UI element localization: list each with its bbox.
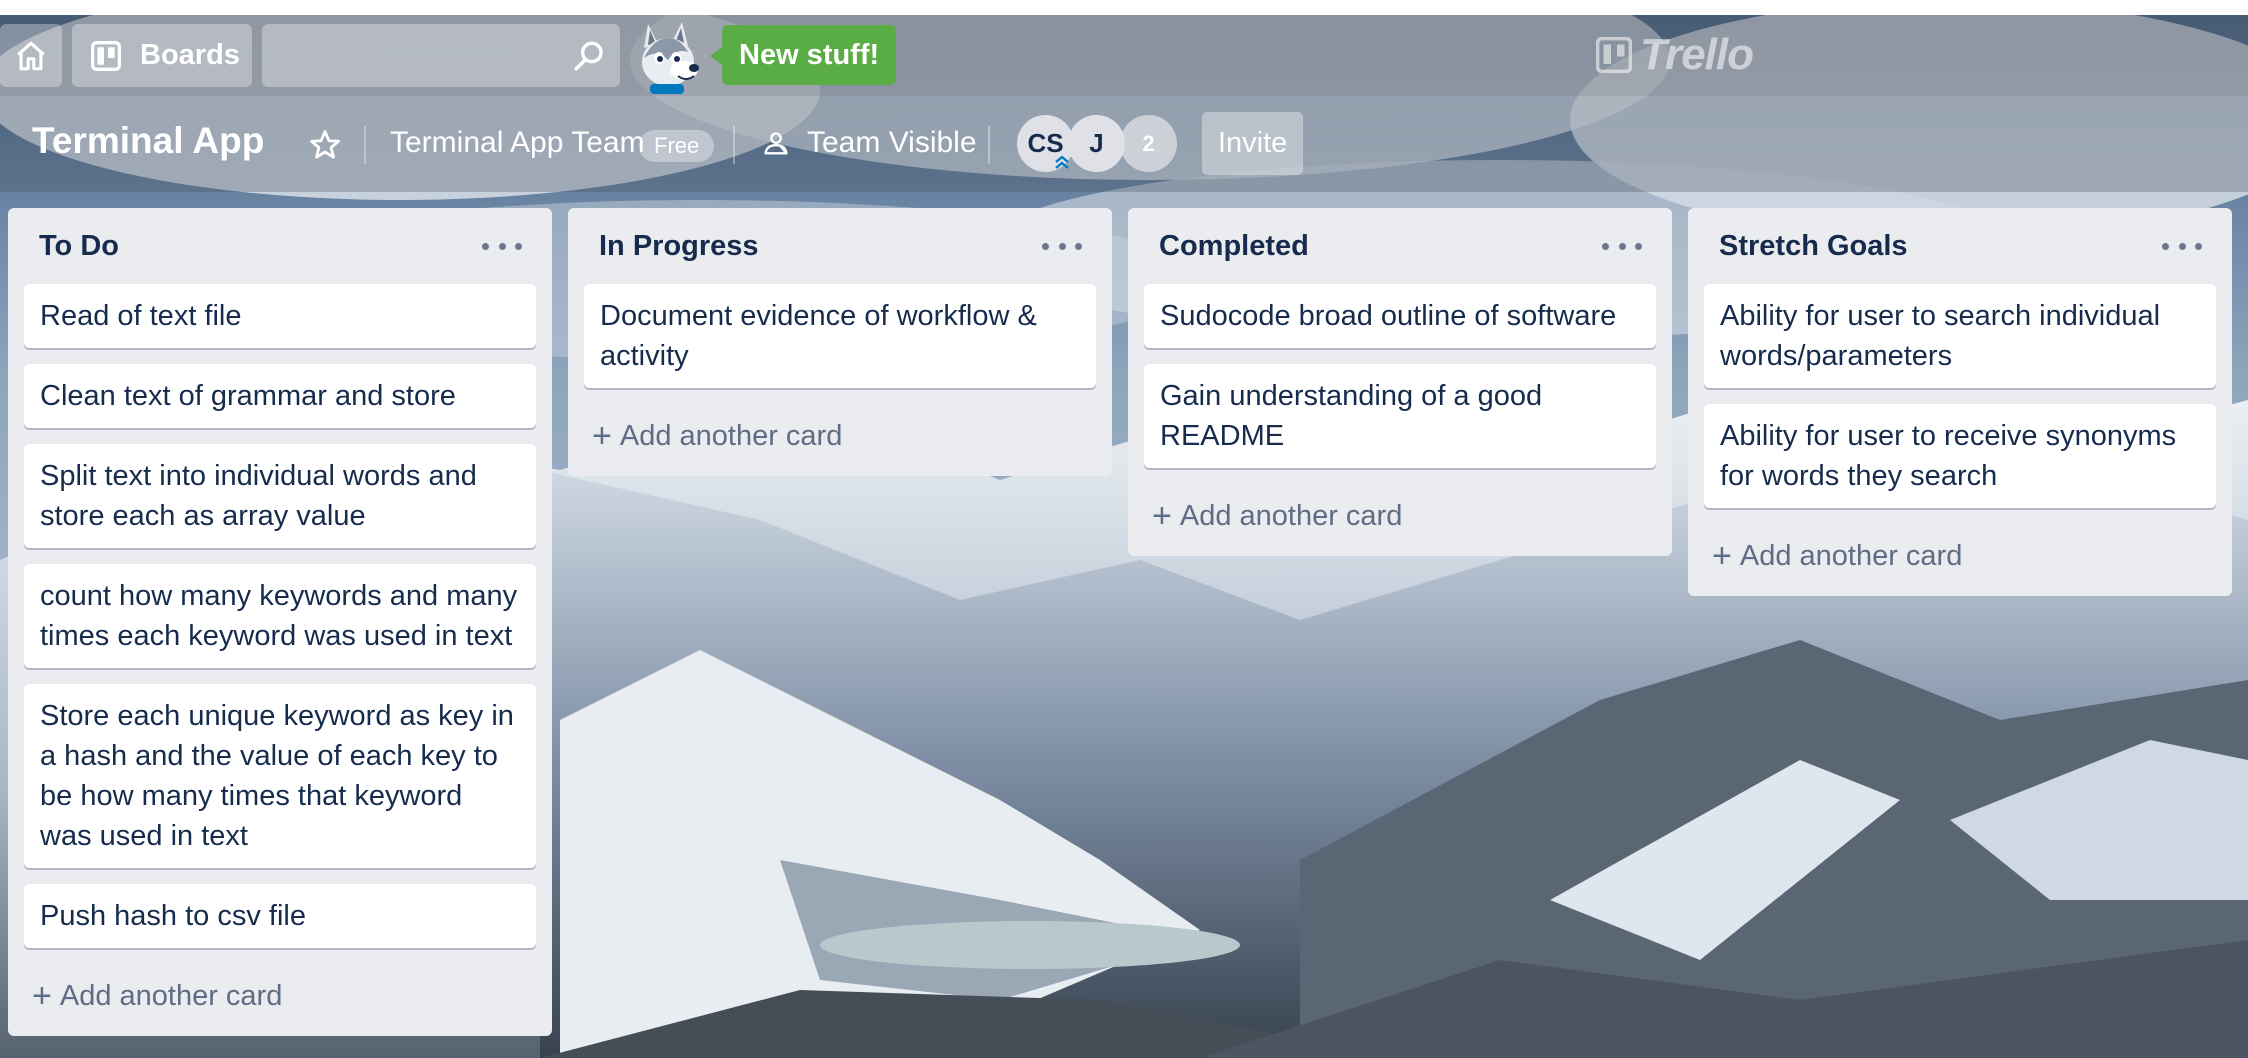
invite-button[interactable]: Invite bbox=[1202, 112, 1304, 175]
app-header: Boards New stuff! Trello bbox=[0, 15, 2248, 96]
star-icon[interactable] bbox=[308, 128, 342, 162]
header-divider bbox=[364, 126, 366, 164]
member-avatar[interactable]: J bbox=[1068, 115, 1125, 172]
list-completed[interactable]: Completed Sudocode broad outline of soft… bbox=[1128, 208, 1672, 556]
header-divider bbox=[988, 126, 990, 164]
add-card-label: Add another card bbox=[1179, 499, 1403, 532]
card[interactable]: count how many keywords and many times e… bbox=[24, 564, 536, 668]
trello-logo[interactable]: Trello bbox=[1596, 30, 1754, 79]
add-card-button[interactable]: + Add another card bbox=[1144, 484, 1656, 548]
list-title[interactable]: In Progress bbox=[599, 230, 759, 263]
visibility-button[interactable]: Team Visible bbox=[807, 126, 977, 160]
search-icon[interactable] bbox=[572, 39, 606, 78]
list-title[interactable]: To Do bbox=[39, 230, 119, 263]
list-stretch-goals[interactable]: Stretch Goals Ability for user to search… bbox=[1688, 208, 2232, 596]
card[interactable]: Ability for user to search individual wo… bbox=[1704, 284, 2216, 388]
team-visibility-icon bbox=[764, 132, 788, 155]
plus-icon: + bbox=[592, 417, 612, 455]
card[interactable]: Split text into individual words and sto… bbox=[24, 444, 536, 548]
list-to-do[interactable]: To Do Read of text file Clean text of gr… bbox=[8, 208, 552, 1036]
list-header: In Progress bbox=[584, 208, 1096, 284]
card[interactable]: Gain understanding of a good README bbox=[1144, 364, 1656, 468]
window-top-strip bbox=[0, 0, 2248, 15]
list-title[interactable]: Completed bbox=[1159, 230, 1309, 263]
board-icon bbox=[90, 40, 122, 72]
add-card-label: Add another card bbox=[59, 979, 283, 1012]
list-header: Stretch Goals bbox=[1704, 208, 2216, 284]
list-header: Completed bbox=[1144, 208, 1656, 284]
more-members-count[interactable]: 2 bbox=[1120, 115, 1177, 172]
plus-icon: + bbox=[1712, 537, 1732, 575]
team-name-button[interactable]: Terminal App Team bbox=[390, 126, 645, 160]
list-menu-ellipsis-icon[interactable] bbox=[1042, 232, 1082, 260]
card[interactable]: Ability for user to receive synonyms for… bbox=[1704, 404, 2216, 508]
add-card-label: Add another card bbox=[619, 419, 843, 452]
add-card-button[interactable]: + Add another card bbox=[24, 964, 536, 1028]
card[interactable]: Sudocode broad outline of software bbox=[1144, 284, 1656, 348]
team-plan-badge: Free bbox=[639, 130, 715, 162]
boards-button[interactable]: Boards bbox=[72, 24, 252, 87]
card[interactable]: Store each unique keyword as key in a ha… bbox=[24, 684, 536, 868]
search-field[interactable] bbox=[262, 24, 620, 89]
home-button[interactable] bbox=[0, 24, 62, 87]
board-title[interactable]: Terminal App bbox=[32, 120, 264, 162]
list-menu-ellipsis-icon[interactable] bbox=[2162, 232, 2202, 260]
taco-husky-mascot-icon[interactable] bbox=[636, 18, 708, 96]
board-header: Terminal App Terminal App Team Free Team… bbox=[0, 96, 2248, 192]
admin-chevron-icon bbox=[1055, 155, 1069, 169]
plus-icon: + bbox=[32, 977, 52, 1015]
new-stuff-button[interactable]: New stuff! bbox=[709, 25, 897, 85]
boards-label: Boards bbox=[140, 39, 240, 71]
trello-logo-icon bbox=[1596, 37, 1632, 73]
card[interactable]: Document evidence of workflow & activity bbox=[584, 284, 1096, 388]
list-menu-ellipsis-icon[interactable] bbox=[482, 232, 522, 260]
card[interactable]: Clean text of grammar and store bbox=[24, 364, 536, 428]
card[interactable]: Read of text file bbox=[24, 284, 536, 348]
list-header: To Do bbox=[24, 208, 536, 284]
search-input[interactable] bbox=[262, 24, 580, 89]
trello-logo-text: Trello bbox=[1640, 30, 1754, 79]
add-card-button[interactable]: + Add another card bbox=[1704, 524, 2216, 588]
list-title[interactable]: Stretch Goals bbox=[1719, 230, 1908, 263]
plus-icon: + bbox=[1152, 497, 1172, 535]
list-menu-ellipsis-icon[interactable] bbox=[1602, 232, 1642, 260]
home-icon bbox=[17, 41, 45, 70]
add-card-label: Add another card bbox=[1739, 539, 1963, 572]
card[interactable]: Push hash to csv file bbox=[24, 884, 536, 948]
add-card-button[interactable]: + Add another card bbox=[584, 404, 1096, 468]
list-in-progress[interactable]: In Progress Document evidence of workflo… bbox=[568, 208, 1112, 476]
header-divider bbox=[733, 126, 735, 164]
